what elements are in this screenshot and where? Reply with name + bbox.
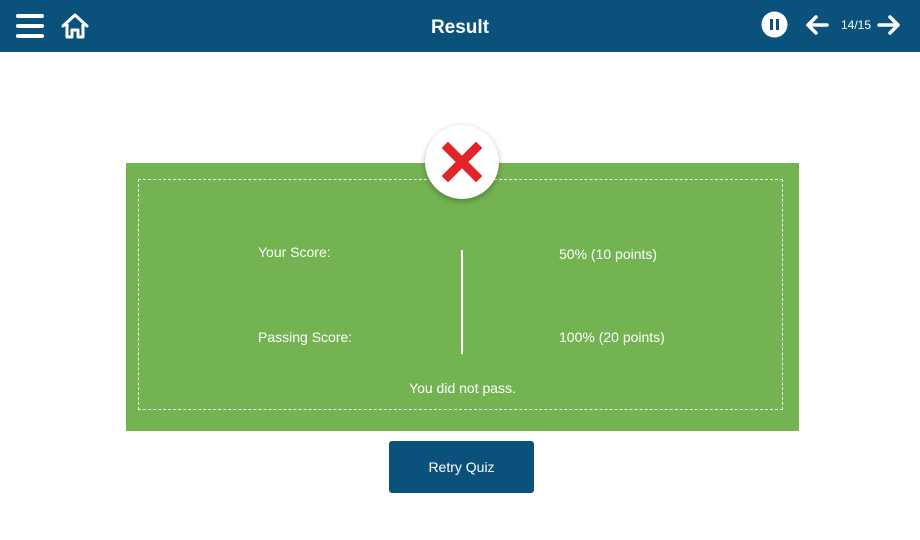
pause-icon[interactable]: [761, 11, 788, 38]
passing-score-label: Passing Score:: [258, 329, 353, 345]
top-bar: Result 14/15: [0, 0, 920, 52]
retry-quiz-button[interactable]: Retry Quiz: [389, 441, 534, 493]
home-icon[interactable]: [60, 12, 90, 40]
your-score-value: 50% (10 points): [559, 246, 658, 262]
status-badge: [425, 125, 499, 199]
arrow-left-icon[interactable]: [805, 14, 829, 36]
your-score-label: Your Score:: [258, 244, 331, 260]
menu-icon[interactable]: [16, 14, 44, 38]
result-page: Result 14/15 Your Score: 50% (10 points)…: [0, 0, 920, 540]
fail-x-icon: [442, 142, 482, 182]
score-divider: [461, 250, 463, 354]
arrow-right-icon[interactable]: [877, 14, 901, 36]
passing-score-value: 100% (20 points): [559, 329, 665, 345]
result-message: You did not pass.: [409, 380, 516, 396]
page-counter: 14/15: [840, 18, 872, 32]
